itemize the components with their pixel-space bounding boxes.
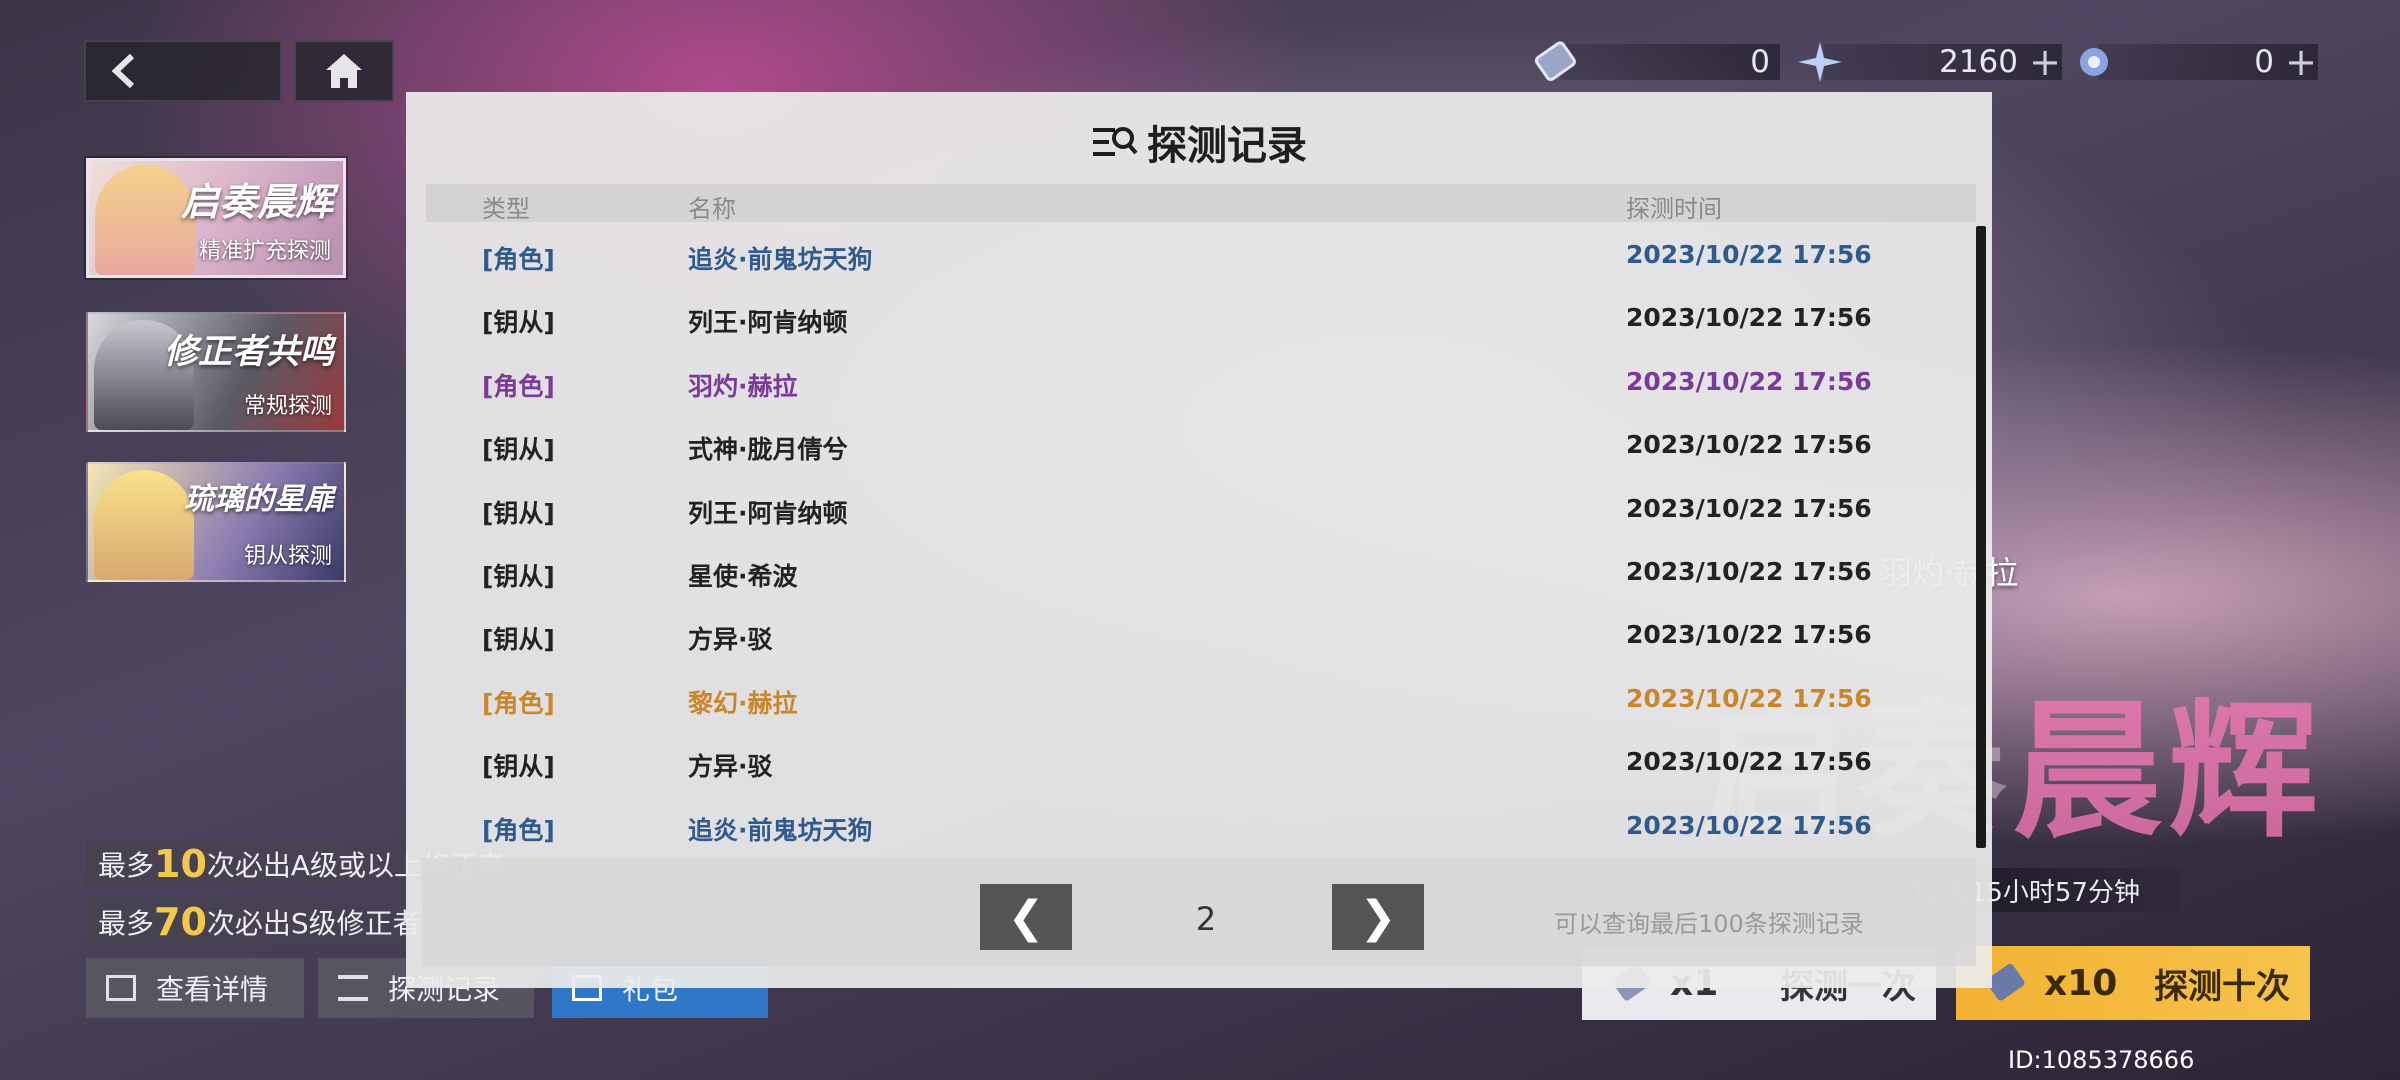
resource-ticket: 0	[1530, 40, 1780, 84]
banner-dawn[interactable]: 启奏晨辉 精准扩充探测	[86, 158, 346, 278]
row-time: 2023/10/22 17:56	[1626, 430, 1872, 460]
row-type: [钥从]	[482, 625, 555, 655]
home-icon	[326, 54, 362, 88]
row-name: 羽灼·赫拉	[688, 371, 798, 401]
row-type: [钥从]	[482, 752, 555, 782]
page-number: 2	[1195, 900, 1217, 938]
row-time: 2023/10/22 17:56	[1626, 493, 1872, 523]
user-id: ID:1085378666	[2008, 1046, 2195, 1074]
row-type: [钥从]	[482, 435, 555, 465]
row-time: 2023/10/22 17:56	[1626, 747, 1872, 777]
banner-starlight-door[interactable]: 琉璃的星扉 钥从探测	[86, 462, 346, 582]
table-row: [钥从] 星使·希波 2023/10/22 17:56	[426, 539, 1976, 602]
table-row: [角色] 羽灼·赫拉 2023/10/22 17:56	[426, 349, 1976, 412]
row-name: 星使·希波	[688, 561, 798, 591]
row-time: 2023/10/22 17:56	[1626, 683, 1872, 713]
ticket-icon	[1534, 41, 1576, 81]
table-row: [钥从] 方异·驳 2023/10/22 17:56	[426, 602, 1976, 665]
scrollbar[interactable]	[1976, 226, 1986, 848]
pity-number: 10	[154, 842, 207, 886]
row-name: 追炎·前鬼坊天狗	[688, 815, 873, 845]
search-records-icon	[1093, 127, 1138, 156]
pull-ten-label: 探测十次	[2154, 966, 2290, 1007]
row-type: [钥从]	[482, 308, 555, 338]
row-time: 2023/10/22 17:56	[1626, 620, 1872, 650]
records-table[interactable]: [角色] 追炎·前鬼坊天狗 2023/10/22 17:56 [钥从] 列王·阿…	[426, 222, 1976, 856]
table-row: [钥从] 列王·阿肯纳顿 2023/10/22 17:56	[426, 476, 1976, 539]
banner-subtitle: 精准扩充探测	[198, 239, 331, 264]
row-name: 黎幻·赫拉	[688, 688, 798, 718]
banner-subtitle: 常规探测	[243, 394, 332, 419]
row-name: 列王·阿肯纳顿	[688, 498, 848, 528]
row-time: 2023/10/22 17:56	[1626, 240, 1872, 269]
pull-ten-count: x10	[2044, 962, 2118, 1004]
crystal-icon	[1798, 42, 1842, 82]
row-type: [钥从]	[482, 498, 555, 528]
pull-ten-button[interactable]: x10 探测十次	[1956, 946, 2310, 1020]
row-name: 方异·驳	[688, 752, 773, 782]
starlight-count: 0	[2254, 44, 2274, 80]
pity-text: 次必出S级修正者	[206, 907, 421, 940]
header-time: 探测时间	[1626, 195, 1722, 223]
row-time: 2023/10/22 17:56	[1626, 810, 1872, 840]
table-row: [角色] 黎幻·赫拉 2023/10/22 17:56	[426, 666, 1976, 729]
records-hint: 可以查询最后100条探测记录	[1554, 910, 1864, 938]
row-type: [角色]	[482, 688, 555, 718]
row-time: 2023/10/22 17:56	[1626, 303, 1872, 333]
table-row: [钥从] 式神·胧月倩兮 2023/10/22 17:56	[426, 412, 1976, 475]
row-time: 2023/10/22 17:56	[1626, 556, 1872, 586]
view-details-label: 查看详情	[156, 973, 269, 1006]
row-name: 列王·阿肯纳顿	[688, 308, 848, 338]
prev-page-button[interactable]: ❮	[980, 884, 1072, 950]
banner-title: 启奏晨辉	[180, 180, 333, 224]
row-name: 方异·驳	[688, 625, 773, 655]
resource-starlight: 0 +	[2068, 40, 2318, 84]
add-starlight-button[interactable]: +	[2284, 40, 2318, 84]
view-details-button[interactable]: 查看详情	[86, 958, 304, 1018]
back-arrow-icon	[111, 53, 135, 89]
details-icon	[106, 975, 136, 1001]
pity-text: 最多	[98, 907, 155, 940]
banner-corrector[interactable]: 修正者共鸣 常规探测	[86, 312, 346, 432]
table-header: 类型 名称 探测时间	[426, 184, 1976, 223]
row-type: [角色]	[482, 371, 555, 401]
resource-crystal: 2160 +	[1794, 40, 2062, 84]
dialog-title-text: 探测记录	[1147, 123, 1307, 169]
row-name: 式神·胧月倩兮	[688, 435, 848, 465]
back-button[interactable]	[84, 40, 282, 102]
crystal-count: 2160	[1939, 44, 2018, 80]
row-name: 追炎·前鬼坊天狗	[688, 245, 873, 274]
table-row: [角色] 追炎·前鬼坊天狗 2023/10/22 17:56	[426, 793, 1976, 856]
list-icon	[338, 975, 368, 1001]
row-type: [角色]	[482, 815, 555, 845]
pity-number: 70	[154, 900, 207, 944]
header-type: 类型	[482, 195, 530, 223]
table-row: [钥从] 列王·阿肯纳顿 2023/10/22 17:56	[426, 285, 1976, 348]
banner-title: 修正者共鸣	[164, 332, 334, 372]
table-row: [角色] 追炎·前鬼坊天狗 2023/10/22 17:56	[426, 222, 1976, 285]
records-dialog: 探测记录 类型 名称 探测时间 [角色] 追炎·前鬼坊天狗 2023/10/22…	[406, 92, 1992, 988]
table-row: [钥从] 方异·驳 2023/10/22 17:56	[426, 729, 1976, 792]
next-page-button[interactable]: ❯	[1332, 884, 1424, 950]
row-time: 2023/10/22 17:56	[1626, 366, 1872, 396]
banner-title: 琉璃的星扉	[184, 482, 334, 517]
banner-character-image	[94, 470, 194, 580]
row-type: [角色]	[482, 245, 555, 274]
row-type: [钥从]	[482, 561, 555, 591]
add-crystal-button[interactable]: +	[2028, 40, 2062, 84]
ticket-count: 0	[1750, 44, 1770, 80]
home-button[interactable]	[294, 40, 394, 102]
header-name: 名称	[688, 195, 736, 223]
pity-text: 最多	[98, 849, 155, 882]
banner-subtitle: 钥从探测	[243, 544, 332, 569]
starlight-icon	[2080, 48, 2108, 76]
dialog-title: 探测记录	[406, 114, 1992, 170]
